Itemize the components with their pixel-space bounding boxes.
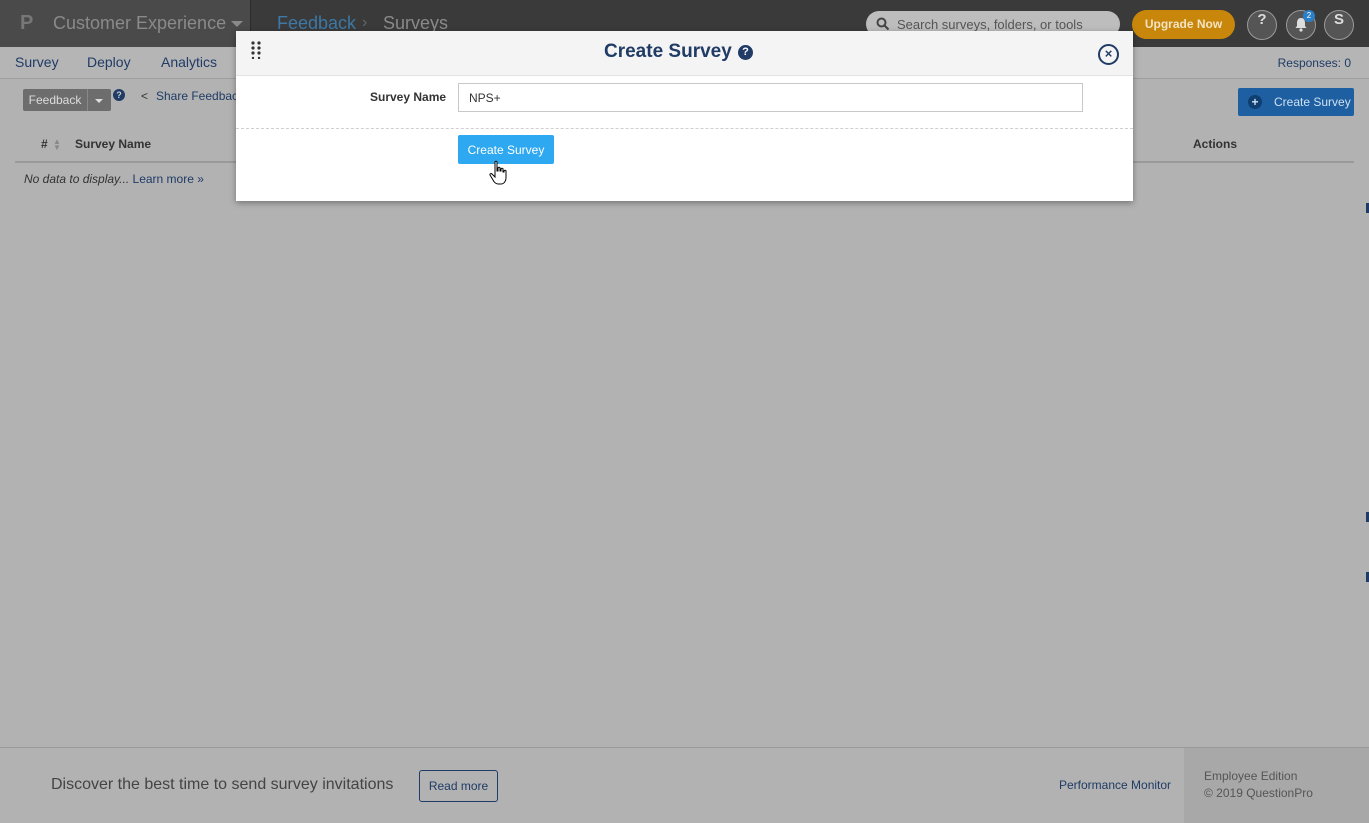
- modal-backdrop[interactable]: [0, 226, 1369, 747]
- nav-analytics[interactable]: Analytics: [161, 54, 217, 70]
- empty-table-message: No data to display... Learn more »: [24, 172, 204, 186]
- modal-header: Create Survey ? ×: [236, 31, 1133, 76]
- notification-badge: 2: [1303, 10, 1315, 22]
- edition-info: Employee Edition © 2019 QuestionPro: [1184, 748, 1369, 823]
- help-icon[interactable]: ?: [738, 45, 753, 60]
- help-icon[interactable]: ?: [1247, 10, 1277, 40]
- upgrade-button[interactable]: Upgrade Now: [1132, 10, 1235, 39]
- chevron-down-icon[interactable]: [87, 89, 111, 111]
- avatar[interactable]: S: [1324, 10, 1354, 40]
- nav-deploy[interactable]: Deploy: [87, 54, 131, 70]
- footer: Discover the best time to send survey in…: [0, 747, 1369, 823]
- create-survey-label: Create Survey: [1274, 95, 1351, 109]
- survey-name-input[interactable]: [458, 83, 1083, 112]
- breadcrumb-separator: ›: [362, 14, 368, 31]
- edition-label: Employee Edition: [1204, 769, 1298, 783]
- search-icon: [876, 17, 890, 31]
- performance-monitor-link[interactable]: Performance Monitor: [1059, 778, 1171, 792]
- drag-handle-icon[interactable]: [250, 41, 262, 59]
- create-survey-modal: Create Survey ? × Survey Name Create Sur…: [236, 31, 1133, 201]
- close-icon[interactable]: ×: [1098, 44, 1119, 65]
- product-switcher[interactable]: P Customer Experience: [0, 0, 251, 47]
- promo-text: Discover the best time to send survey in…: [51, 776, 394, 793]
- survey-name-label: Survey Name: [370, 90, 447, 104]
- product-name: Customer Experience: [53, 13, 227, 33]
- read-more-button[interactable]: Read more: [419, 770, 498, 802]
- nav-survey[interactable]: Survey: [15, 54, 59, 70]
- share-feedback-link[interactable]: Share Feedback: [156, 89, 244, 103]
- sort-icon[interactable]: ▲ ▼: [53, 138, 61, 152]
- hand-cursor-icon: [489, 160, 507, 185]
- help-icon[interactable]: ?: [113, 89, 125, 101]
- learn-more-link[interactable]: Learn more »: [133, 172, 204, 186]
- empty-text: No data to display...: [24, 172, 130, 186]
- create-survey-button[interactable]: + Create Survey: [1238, 88, 1354, 116]
- column-number[interactable]: #: [41, 137, 48, 151]
- modal-title: Create Survey: [604, 41, 732, 62]
- share-icon: <: [141, 89, 149, 103]
- folder-dropdown-button[interactable]: Feedback: [23, 89, 87, 111]
- chevron-down-icon: [231, 21, 243, 27]
- column-survey-name[interactable]: Survey Name: [75, 137, 151, 151]
- plus-icon: +: [1248, 95, 1262, 109]
- copyright: © 2019 QuestionPro: [1204, 786, 1313, 800]
- brand-logo-icon: P: [20, 12, 34, 34]
- modal-divider: [236, 128, 1133, 129]
- search-input[interactable]: Search surveys, folders, or tools: [897, 17, 1083, 32]
- responses-count: Responses: 0: [1277, 56, 1351, 70]
- column-actions: Actions: [1193, 137, 1238, 151]
